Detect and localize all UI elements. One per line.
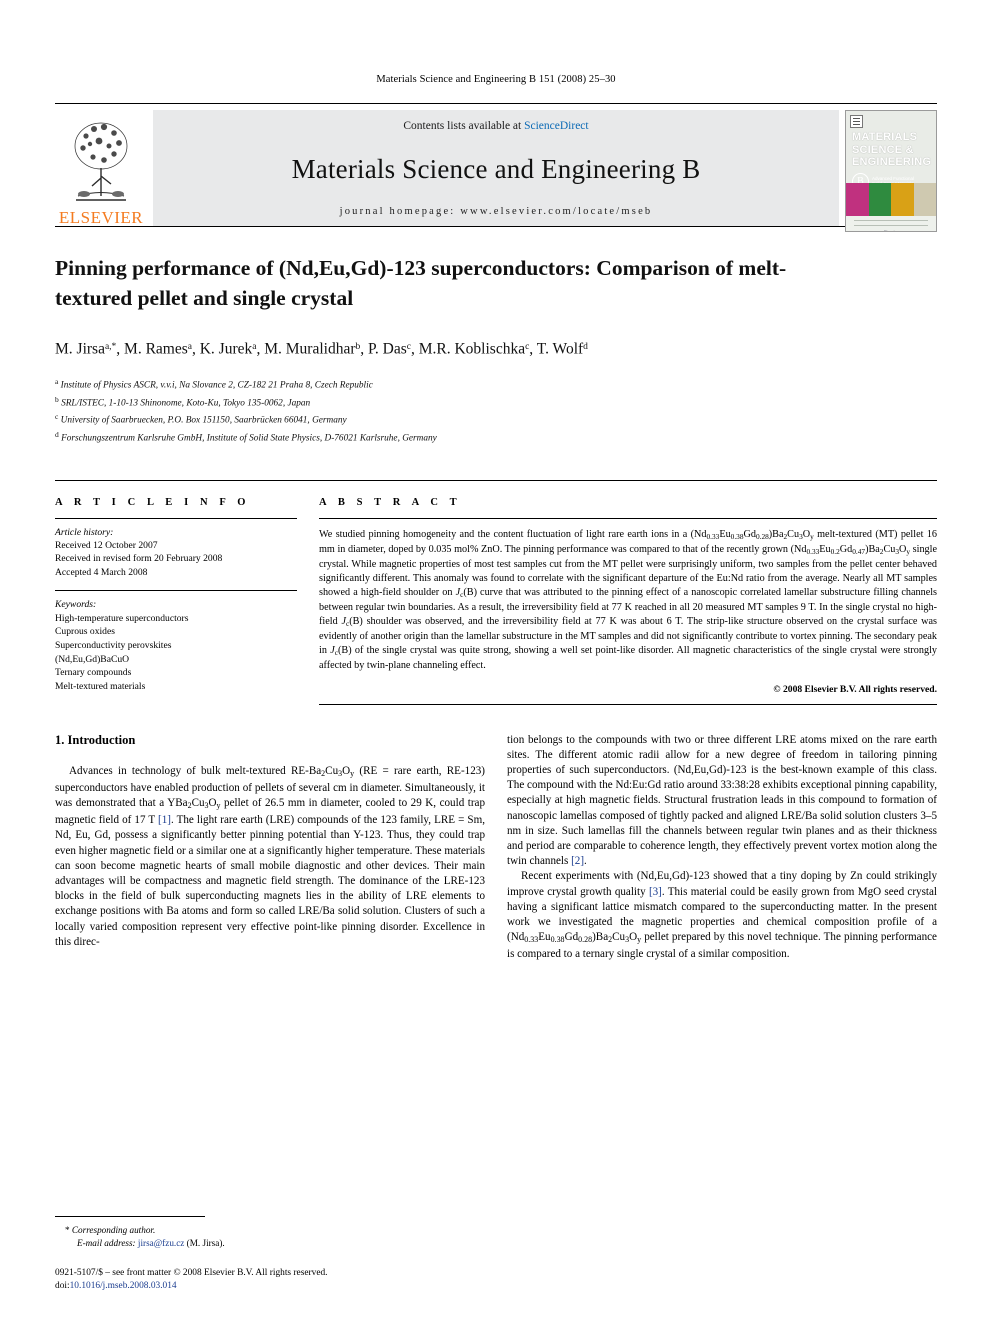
keyword-item: Superconductivity perovskites [55,639,172,651]
article-info-column: A R T I C L E I N F O Article history: R… [55,497,297,705]
abstract-column: A B S T R A C T We studied pinning homog… [319,497,937,705]
journal-homepage[interactable]: journal homepage: www.elsevier.com/locat… [340,206,653,217]
body-column-left: 1. Introduction Advances in technology o… [55,733,485,963]
email-owner: (M. Jirsa). [186,1238,225,1248]
doi-link[interactable]: 10.1016/j.mseb.2008.03.014 [70,1281,177,1291]
email-note: E-mail address: jirsa@fzu.cz (M. Jirsa). [55,1237,485,1250]
elsevier-wordmark: ELSEVIER [58,208,144,227]
author-list: M. Jirsaa,*, M. Ramesa, K. Jureka, M. Mu… [55,340,588,358]
keywords-label: Keywords: [55,599,97,611]
article-info-heading: A R T I C L E I N F O [55,496,251,508]
article-history: Article history: Received 12 October 200… [55,519,297,580]
affiliation-text-b: SRL/ISTEC, 1-10-13 Shinonome, Koto-Ku, T… [61,398,311,409]
keyword-item: Melt-textured materials [55,680,146,692]
elsevier-tree-icon [74,122,128,201]
elsevier-logo: ELSEVIER [55,110,147,226]
corresponding-author-note: * Corresponding author. [55,1224,485,1237]
history-received: Received 12 October 2007 [55,539,158,551]
intro-paragraph-left: Advances in technology of bulk melt-text… [55,764,485,948]
masthead-center-panel: Contents lists available at ScienceDirec… [153,110,839,226]
body-column-right: tion belongs to the compounds with two o… [507,733,937,963]
imprint-doi: doi:10.1016/j.mseb.2008.03.014 [55,1280,328,1293]
affiliation-b: b SRL/ISTEC, 1-10-13 Shinonome, Koto-Ku,… [55,393,937,411]
abstract-body: We studied pinning homogeneity and the c… [319,519,937,673]
cover-bottom-panel: Elsevier [846,216,936,231]
abstract-bottom-rule [319,703,937,705]
affiliation-mark-d: d [55,430,59,439]
affiliation-text-c: University of Saarbruecken, P.O. Box 151… [60,415,347,426]
cover-color-swatches [846,183,936,216]
email-link[interactable]: jirsa@fzu.cz [138,1238,184,1248]
paper-page: Materials Science and Engineering B 151 … [0,0,992,1323]
affiliation-d: d Forschungszentrum Karlsruhe GmbH, Inst… [55,428,937,446]
corresponding-author-text: Corresponding author. [71,1225,156,1235]
affiliation-a: a Institute of Physics ASCR, v.v.i, Na S… [55,375,937,393]
intro-paragraph-right-1: tion belongs to the compounds with two o… [507,733,938,868]
section-title-text: Introduction [67,732,136,747]
contents-available-line: Contents lists available at ScienceDirec… [403,120,588,132]
keyword-item: Ternary compounds [55,667,132,679]
abstract-text: We studied pinning homogeneity and the c… [319,528,938,672]
history-revised: Received in revised form 20 February 200… [55,553,223,565]
imprint-front-matter: 0921-5107/$ – see front matter © 2008 El… [55,1268,328,1278]
article-history-label: Article history: [55,526,114,538]
affiliation-text-d: Forschungszentrum Karlsruhe GmbH, Instit… [61,433,437,444]
elsevier-mini-icon [850,115,863,128]
keywords-block: Keywords: High-temperature superconducto… [55,591,297,693]
keyword-item: (Nd,Eu,Gd)BaCuO [55,653,130,665]
journal-cover-thumbnail: Elsevier MATERIALS SCIENCE & ENGINEERING [845,110,937,232]
email-label: E-mail address: [77,1238,136,1248]
affiliation-mark-b: b [55,394,59,404]
affiliation-c: c University of Saarbruecken, P.O. Box 1… [55,410,937,428]
affiliation-list: a Institute of Physics ASCR, v.v.i, Na S… [55,375,937,445]
footnote-block: * Corresponding author. E-mail address: … [55,1216,485,1250]
section-number: 1. [55,732,65,747]
section-heading-introduction: 1. Introduction [55,733,485,748]
sciencedirect-link[interactable]: ScienceDirect [524,120,589,132]
abstract-heading: A B S T R A C T [319,496,462,508]
abstract-copyright: © 2008 Elsevier B.V. All rights reserved… [773,683,937,695]
contents-prefix: Contents lists available at [403,120,525,132]
cover-title: MATERIALS SCIENCE & ENGINEERING [852,131,932,168]
info-abstract-section: A R T I C L E I N F O Article history: R… [55,479,937,705]
cover-bottom-mark: Elsevier [883,229,899,232]
intro-paragraph-right-2: Recent experiments with (Nd,Eu,Gd)-123 s… [507,870,938,961]
imprint-block: 0921-5107/$ – see front matter © 2008 El… [55,1267,328,1293]
running-head: Materials Science and Engineering B 151 … [376,74,616,85]
doi-label: doi: [55,1281,70,1291]
journal-title: Materials Science and Engineering B [291,153,701,184]
cover-top: MATERIALS SCIENCE & ENGINEERING B Advanc… [846,111,936,190]
title-block: Pinning performance of (Nd,Eu,Gd)-123 su… [55,226,937,446]
keyword-item: High-temperature superconductors [55,612,189,624]
body-columns: 1. Introduction Advances in technology o… [55,733,937,963]
asterisk-icon: * [65,1225,70,1235]
affiliation-text-a: Institute of Physics ASCR, v.v.i, Na Slo… [60,380,373,391]
page-title: Pinning performance of (Nd,Eu,Gd)-123 su… [55,256,787,310]
affiliation-mark-c: c [55,412,59,422]
history-accepted: Accepted 4 March 2008 [55,566,148,578]
affiliation-mark-a: a [55,377,59,387]
footnote-rule [55,1216,205,1217]
keyword-item: Cuprous oxides [55,626,115,638]
journal-masthead: ELSEVIER Contents lists available at Sci… [55,103,937,232]
